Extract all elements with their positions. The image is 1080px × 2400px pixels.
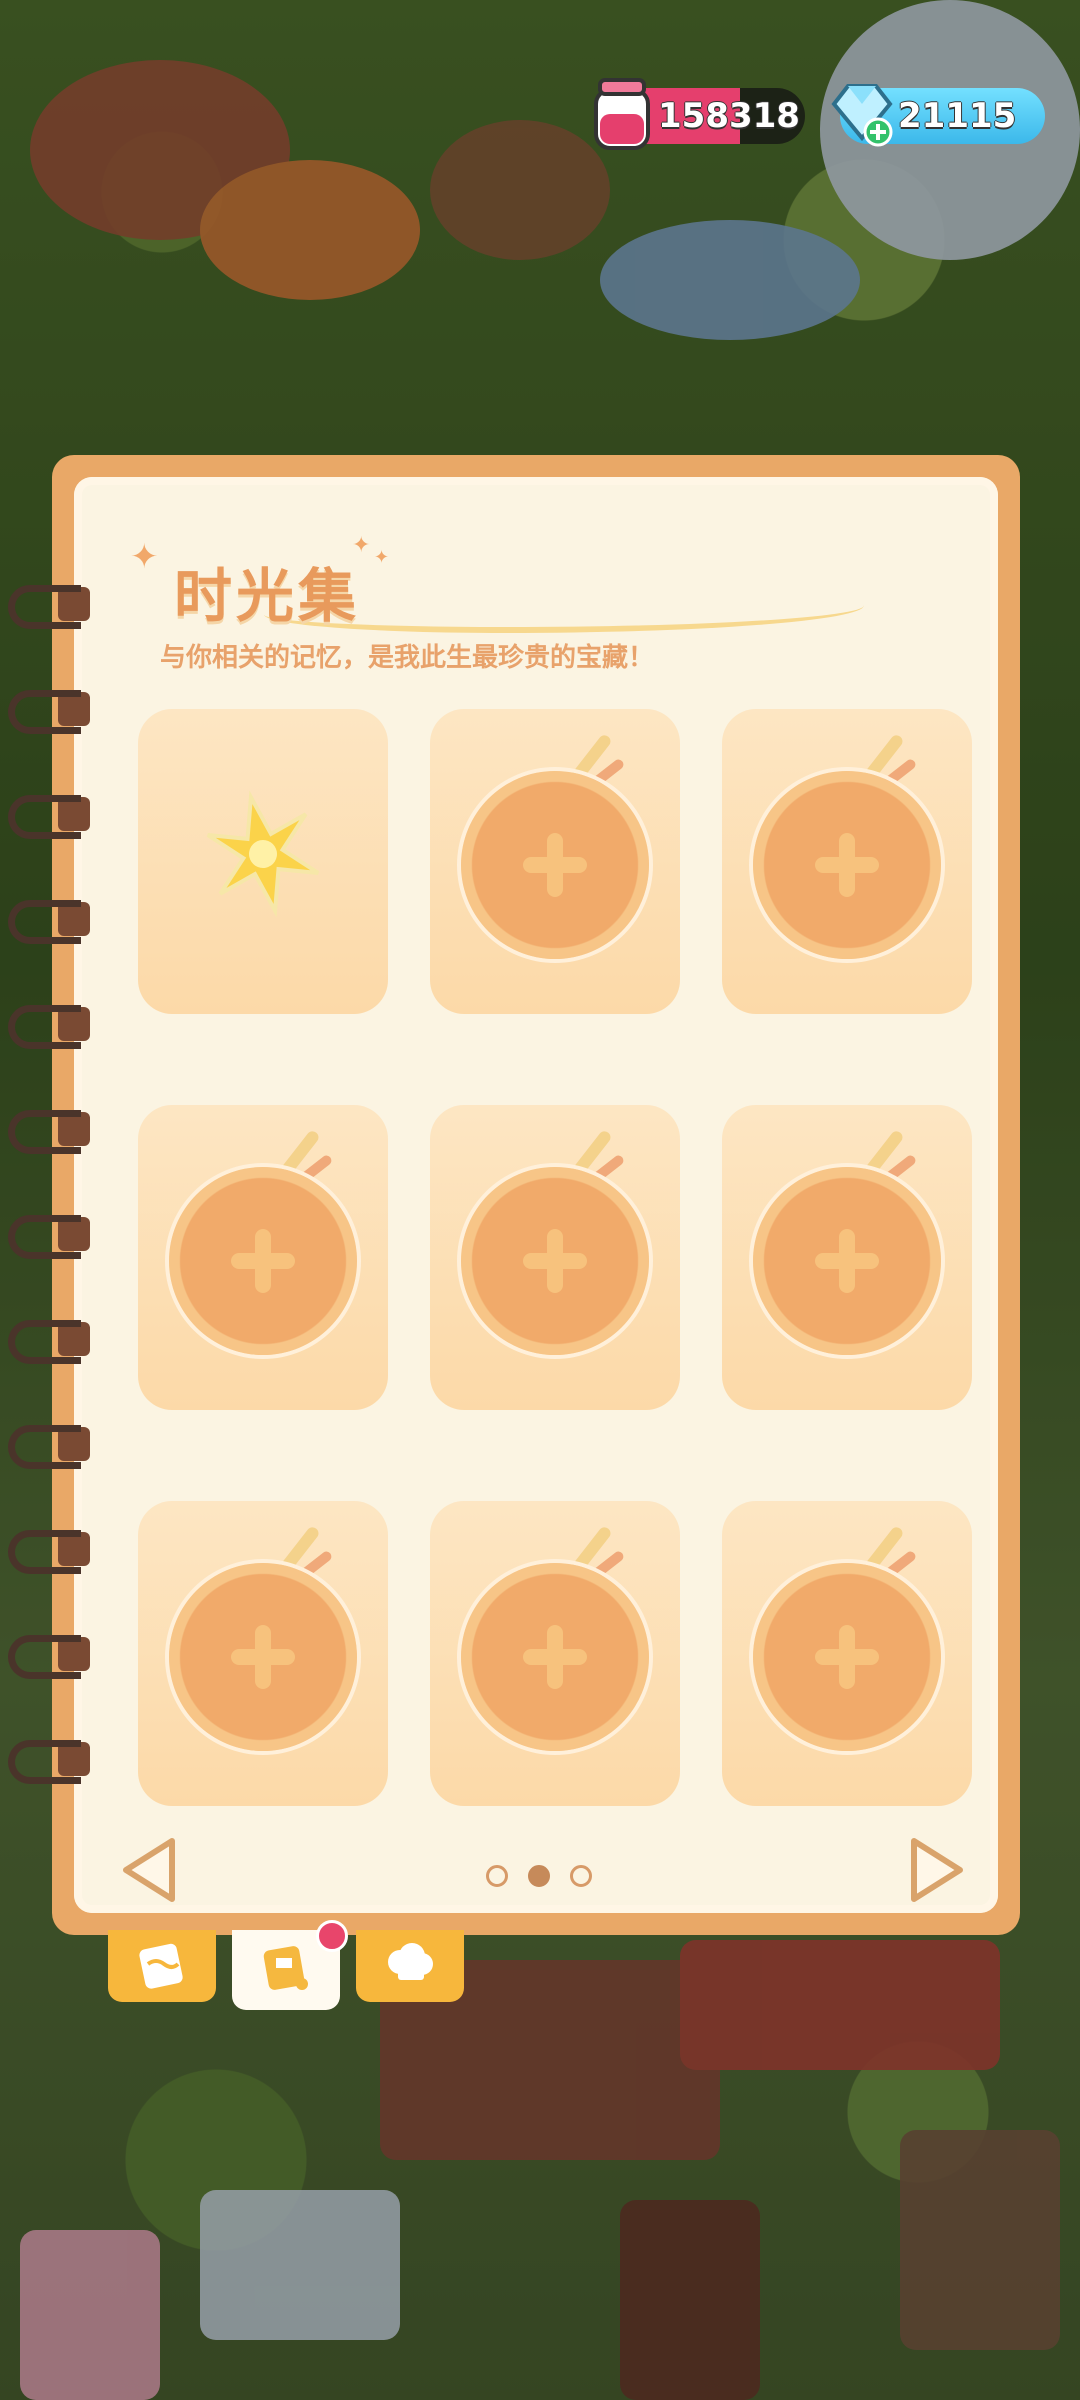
pie-plus-icon	[753, 1563, 941, 1751]
plus-icon	[815, 833, 879, 897]
jam-jar-icon	[594, 78, 650, 150]
spiral-ring	[8, 690, 90, 734]
memory-slot-empty[interactable]	[430, 1501, 680, 1806]
spiral-ring	[8, 1005, 90, 1049]
prev-page-button[interactable]	[118, 1835, 180, 1905]
pie-plus-icon	[753, 771, 941, 959]
spiral-ring	[8, 900, 90, 944]
memory-slot-empty[interactable]	[138, 1105, 388, 1410]
page-dot[interactable]	[486, 1865, 508, 1887]
book-icon	[139, 1943, 183, 1989]
plus-icon	[815, 1625, 879, 1689]
memory-slot-empty[interactable]	[138, 1501, 388, 1806]
tab-book[interactable]	[108, 1930, 216, 2002]
golden-snowflake-icon	[206, 790, 320, 918]
jam-currency[interactable]: 158318	[594, 78, 805, 150]
plus-icon	[815, 1229, 879, 1293]
notebook-tabs	[108, 1920, 464, 2010]
plus-icon	[231, 1229, 295, 1293]
notification-badge	[316, 1920, 348, 1952]
next-page-button[interactable]	[906, 1835, 968, 1905]
spiral-ring	[8, 1320, 90, 1364]
sparkle-icon: ✦	[130, 537, 159, 577]
spiral-ring	[8, 1740, 90, 1784]
plus-icon	[523, 1625, 587, 1689]
tab-chef[interactable]	[356, 1930, 464, 2002]
plus-icon	[231, 1625, 295, 1689]
gem-currency[interactable]: 21115	[831, 84, 1045, 147]
spiral-ring	[8, 1110, 90, 1154]
page-dot-active[interactable]	[528, 1865, 550, 1887]
sparkle-icon: ✦	[374, 547, 390, 568]
spiral-ring	[8, 585, 90, 629]
memory-notebook: ✦ ✦ ✦ 时光集 与你相关的记忆，是我此生最珍贵的宝藏！	[8, 455, 1020, 1935]
spiral-ring	[8, 1530, 90, 1574]
spiral-ring	[8, 795, 90, 839]
pie-plus-icon	[461, 1563, 649, 1751]
page-dot[interactable]	[570, 1865, 592, 1887]
tab-album[interactable]	[232, 1920, 348, 2010]
spiral-ring	[8, 1635, 90, 1679]
notebook-title: 时光集	[174, 562, 361, 630]
chef-hat-icon	[388, 1943, 433, 1980]
notebook-page: ✦ ✦ ✦ 时光集 与你相关的记忆，是我此生最珍贵的宝藏！	[74, 477, 998, 1913]
pie-plus-icon	[461, 1167, 649, 1355]
page-indicator	[486, 1865, 592, 1887]
memory-slot-filled[interactable]	[138, 709, 388, 1014]
diamond-plus-icon	[831, 84, 893, 147]
notebook-subtitle: 与你相关的记忆，是我此生最珍贵的宝藏！	[160, 643, 655, 673]
pie-plus-icon	[169, 1563, 357, 1751]
gem-amount: 21115	[898, 96, 1017, 136]
memory-slot-empty[interactable]	[722, 1105, 972, 1410]
pie-plus-icon	[169, 1167, 357, 1355]
memory-slot-empty[interactable]	[430, 709, 680, 1014]
memory-slot-empty[interactable]	[430, 1105, 680, 1410]
memory-slot-empty[interactable]	[722, 1501, 972, 1806]
album-icon	[263, 1946, 308, 1990]
memory-slot-empty[interactable]	[722, 709, 972, 1014]
pie-plus-icon	[461, 771, 649, 959]
memory-grid	[138, 709, 980, 1806]
spiral-ring	[8, 1425, 90, 1469]
plus-icon	[523, 1229, 587, 1293]
spiral-ring	[8, 1215, 90, 1259]
jam-amount: 158318	[658, 96, 800, 136]
plus-icon	[523, 833, 587, 897]
pie-plus-icon	[753, 1167, 941, 1355]
